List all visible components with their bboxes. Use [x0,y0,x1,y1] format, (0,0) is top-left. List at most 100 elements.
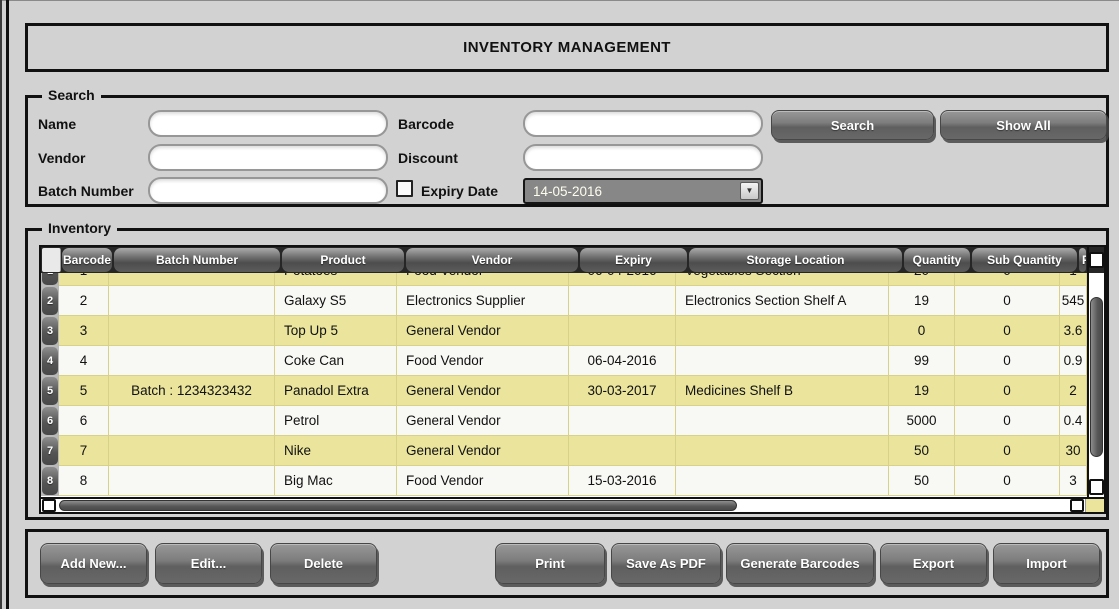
cell-purchase: 3 [1060,466,1087,496]
cell-barcode: 2 [59,286,109,316]
generate-barcodes-button[interactable]: Generate Barcodes [726,543,874,584]
export-button[interactable]: Export [880,543,987,584]
cell-sub_quantity: 0 [955,346,1060,376]
horizontal-scrollbar-track[interactable] [57,499,1069,512]
delete-button[interactable]: Delete [270,543,377,584]
horizontal-scrollbar[interactable] [41,497,1104,512]
vertical-scrollbar-up-button[interactable] [1089,252,1104,268]
row-header[interactable]: 6 [41,406,59,436]
column-header-purchase[interactable]: Purch [1079,248,1086,272]
cell-purchase: 545 [1060,286,1087,316]
search-button[interactable]: Search [771,110,934,140]
horizontal-scrollbar-thumb[interactable] [59,500,737,511]
cell-sub_quantity: 0 [955,436,1060,466]
cell-purchase: 30 [1060,436,1087,466]
cell-expiry: 06-04-2016 [569,273,676,286]
vertical-scrollbar-track[interactable] [1089,273,1104,497]
vertical-scrollbar-top-cap [1089,247,1104,273]
cell-quantity: 19 [889,376,955,406]
import-button[interactable]: Import [993,543,1100,584]
expiry-date-checkbox[interactable] [396,180,413,197]
column-header-vendor[interactable]: Vendor [406,248,578,272]
inventory-grid: BarcodeBatch NumberProductVendorExpirySt… [39,245,1106,514]
cell-batch [109,286,275,316]
table-row[interactable]: 66PetrolGeneral Vendor500000.4 [41,406,1087,436]
row-header[interactable]: 8 [41,466,59,496]
column-header-barcode[interactable]: Barcode [62,248,112,272]
cell-expiry: 06-04-2016 [569,346,676,376]
cell-barcode: 3 [59,316,109,346]
discount-input[interactable] [523,144,763,171]
table-row[interactable]: 77NikeGeneral Vendor50030 [41,436,1087,466]
column-header-sub_quantity[interactable]: Sub Quantity [972,248,1077,272]
cell-barcode: 5 [59,376,109,406]
row-header[interactable]: 4 [41,346,59,376]
cell-batch [109,346,275,376]
table-row[interactable]: 55Batch : 1234323432Panadol ExtraGeneral… [41,376,1087,406]
cell-product: Galaxy S5 [275,286,397,316]
cell-barcode: 6 [59,406,109,436]
row-header[interactable]: 3 [41,316,59,346]
column-header-location[interactable]: Storage Location [689,248,902,272]
horizontal-scrollbar-right-button[interactable] [1070,499,1084,512]
name-input[interactable] [148,110,388,137]
column-header-quantity[interactable]: Quantity [904,248,970,272]
inventory-group-label: Inventory [42,220,117,236]
column-header-product[interactable]: Product [282,248,404,272]
expiry-date-dropdown-button[interactable]: ▼ [740,182,759,200]
barcode-input[interactable] [523,110,763,137]
batch-number-input[interactable] [148,177,388,204]
cell-product: Coke Can [275,346,397,376]
export-button-label: Export [913,556,954,571]
table-row[interactable]: 88Big MacFood Vendor15-03-20165003 [41,466,1087,496]
cell-product: Big Mac [275,466,397,496]
cell-vendor: General Vendor [397,316,569,346]
import-button-label: Import [1026,556,1066,571]
save-as-pdf-button[interactable]: Save As PDF [611,543,721,584]
cell-barcode: 4 [59,346,109,376]
cell-quantity: 20 [889,273,955,286]
cell-sub_quantity: 0 [955,406,1060,436]
row-header[interactable]: 7 [41,436,59,466]
batch-number-label: Batch Number [38,183,134,199]
cell-sub_quantity: 0 [955,286,1060,316]
cell-sub_quantity: 0 [955,376,1060,406]
table-row[interactable]: 44Coke CanFood Vendor06-04-20169900.9 [41,346,1087,376]
window-frame-left-outer [0,0,2,609]
cell-sub_quantity: 0 [955,466,1060,496]
cell-quantity: 0 [889,316,955,346]
expiry-date-picker[interactable]: 14-05-2016 ▼ [523,178,763,204]
vendor-input[interactable] [148,144,388,171]
grid-corner-cell[interactable] [42,248,61,272]
print-button[interactable]: Print [495,543,605,584]
discount-label: Discount [398,150,458,166]
show-all-button-label: Show All [996,118,1050,133]
search-group-label: Search [42,87,101,103]
cell-location: Electronics Section Shelf A [676,286,889,316]
table-row[interactable]: 22 Galaxy S5Electronics Supplier Electroni… [41,286,1087,316]
window-frame-left-inner [6,0,9,609]
column-header-batch[interactable]: Batch Number [114,248,280,272]
vertical-scrollbar-thumb[interactable] [1090,297,1103,457]
table-row[interactable]: 33Top Up 5General Vendor003.6 [41,316,1087,346]
vertical-scrollbar[interactable] [1087,247,1104,497]
cell-vendor: General Vendor [397,406,569,436]
row-header[interactable]: 2 [41,286,59,316]
add-new-button-label: Add New... [61,556,127,571]
edit-button[interactable]: Edit... [155,543,262,584]
show-all-button[interactable]: Show All [940,110,1107,140]
cell-batch [109,466,275,496]
cell-location [676,436,889,466]
table-row[interactable]: 11PotatoesFood Vendor06-04-2016Vegetable… [41,273,1087,286]
cell-vendor: Electronics Supplier [397,286,569,316]
add-new-button[interactable]: Add New... [40,543,147,584]
chevron-down-icon: ▼ [746,187,754,195]
vertical-scrollbar-down-button[interactable] [1089,479,1104,495]
row-header[interactable]: 5 [41,376,59,406]
column-header-expiry[interactable]: Expiry [580,248,687,272]
row-header[interactable]: 1 [41,273,59,286]
cell-expiry [569,316,676,346]
cell-location [676,346,889,376]
horizontal-scrollbar-left-button[interactable] [42,499,56,512]
grid-rows: 11PotatoesFood Vendor06-04-2016Vegetable… [41,273,1087,496]
